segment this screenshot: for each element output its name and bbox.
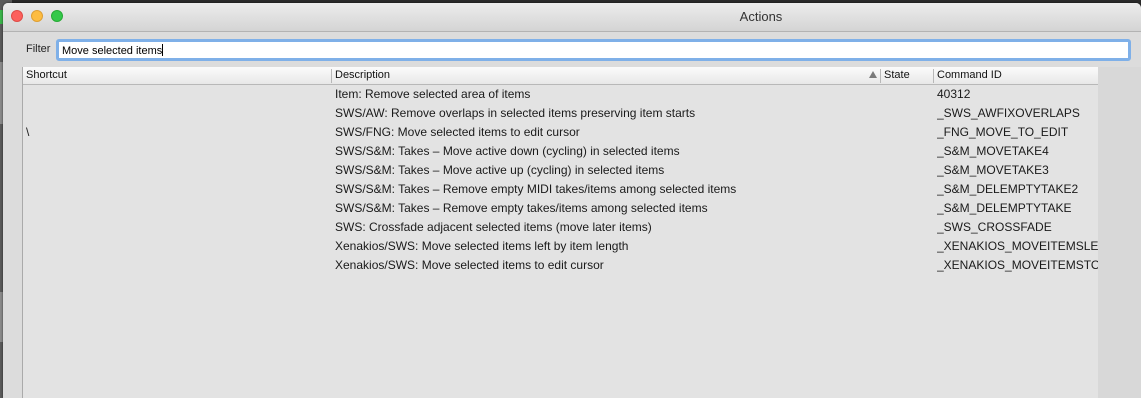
column-header-description[interactable]: Description [332, 67, 880, 84]
description-cell: SWS/S&M: Takes – Remove empty takes/item… [335, 201, 708, 215]
shortcut-cell [26, 104, 326, 123]
command-id-cell: 40312 [937, 87, 971, 101]
state-cell [883, 218, 933, 237]
description-cell: Xenakios/SWS: Move selected items to edi… [335, 258, 604, 272]
table-row[interactable]: Xenakios/SWS: Move selected items to edi… [23, 256, 1099, 275]
state-cell [883, 199, 933, 218]
description-cell: Item: Remove selected area of items [335, 87, 531, 101]
column-headers: Shortcut Description State Command ID [23, 67, 1099, 85]
table-row[interactable]: SWS/AW: Remove overlaps in selected item… [23, 104, 1099, 123]
command-id-cell: _S&M_MOVETAKE3 [937, 163, 1049, 177]
description-cell: SWS: Crossfade adjacent selected items (… [335, 220, 652, 234]
table-row[interactable]: SWS: Crossfade adjacent selected items (… [23, 218, 1099, 237]
column-header-command-id[interactable]: Command ID [934, 67, 1099, 84]
sort-ascending-icon [869, 71, 877, 78]
state-cell [883, 237, 933, 256]
state-cell [883, 142, 933, 161]
text-caret [162, 44, 164, 56]
state-cell [883, 123, 933, 142]
shortcut-cell [26, 199, 326, 218]
description-cell: SWS/S&M: Takes – Move active up (cycling… [335, 163, 665, 177]
shortcut-cell [26, 161, 326, 180]
description-cell: SWS/S&M: Takes – Remove empty MIDI takes… [335, 182, 737, 196]
description-cell: SWS/FNG: Move selected items to edit cur… [335, 125, 580, 139]
actions-window: Actions Filter Move selected items Short… [3, 3, 1141, 398]
table-row[interactable]: SWS/S&M: Takes – Remove empty MIDI takes… [23, 180, 1099, 199]
column-header-shortcut[interactable]: Shortcut [23, 67, 331, 84]
filter-input-value: Move selected items [62, 45, 163, 57]
table-row[interactable]: SWS/S&M: Takes – Remove empty takes/item… [23, 199, 1099, 218]
shortcut-cell [26, 218, 326, 237]
table-row[interactable]: Xenakios/SWS: Move selected items left b… [23, 237, 1099, 256]
command-id-cell: _S&M_MOVETAKE4 [937, 144, 1049, 158]
command-id-cell: _FNG_MOVE_TO_EDIT [937, 125, 1069, 139]
state-cell [883, 104, 933, 123]
command-id-cell: _SWS_AWFIXOVERLAPS [937, 106, 1080, 120]
shortcut-cell [26, 180, 326, 199]
state-cell [883, 85, 933, 104]
actions-rows: Item: Remove selected area of items 40312… [23, 85, 1099, 275]
command-id-cell: _SWS_CROSSFADE [937, 220, 1052, 234]
command-id-cell: _S&M_DELEMPTYTAKE2 [937, 182, 1079, 196]
shortcut-cell [26, 237, 326, 256]
filter-label: Filter [26, 43, 51, 55]
table-row[interactable]: \ SWS/FNG: Move selected items to edit cu… [23, 123, 1099, 142]
shortcut-cell: \ [26, 125, 30, 139]
window-title: Actions [739, 9, 783, 24]
column-header-state[interactable]: State [881, 67, 933, 84]
title-bar[interactable]: Actions [3, 3, 1141, 32]
table-row[interactable]: Item: Remove selected area of items 40312 [23, 85, 1099, 104]
table-row[interactable]: SWS/S&M: Takes – Move active down (cycli… [23, 142, 1099, 161]
side-panel [1098, 67, 1141, 398]
description-cell: SWS/S&M: Takes – Move active down (cycli… [335, 144, 680, 158]
state-cell [883, 256, 933, 275]
command-id-cell: _XENAKIOS_MOVEITEMSTOE [937, 258, 1099, 272]
command-id-cell: _S&M_DELEMPTYTAKE [937, 201, 1072, 215]
command-id-cell: _XENAKIOS_MOVEITEMSLEFT [937, 239, 1099, 253]
actions-list[interactable]: Shortcut Description State Command ID It… [22, 67, 1099, 398]
shortcut-cell [26, 142, 326, 161]
state-cell [883, 180, 933, 199]
state-cell [883, 161, 933, 180]
table-row[interactable]: SWS/S&M: Takes – Move active up (cycling… [23, 161, 1099, 180]
description-cell: SWS/AW: Remove overlaps in selected item… [335, 106, 696, 120]
shortcut-cell [26, 85, 326, 104]
shortcut-cell [26, 256, 326, 275]
filter-input[interactable]: Move selected items [56, 39, 1131, 61]
description-cell: Xenakios/SWS: Move selected items left b… [335, 239, 629, 253]
